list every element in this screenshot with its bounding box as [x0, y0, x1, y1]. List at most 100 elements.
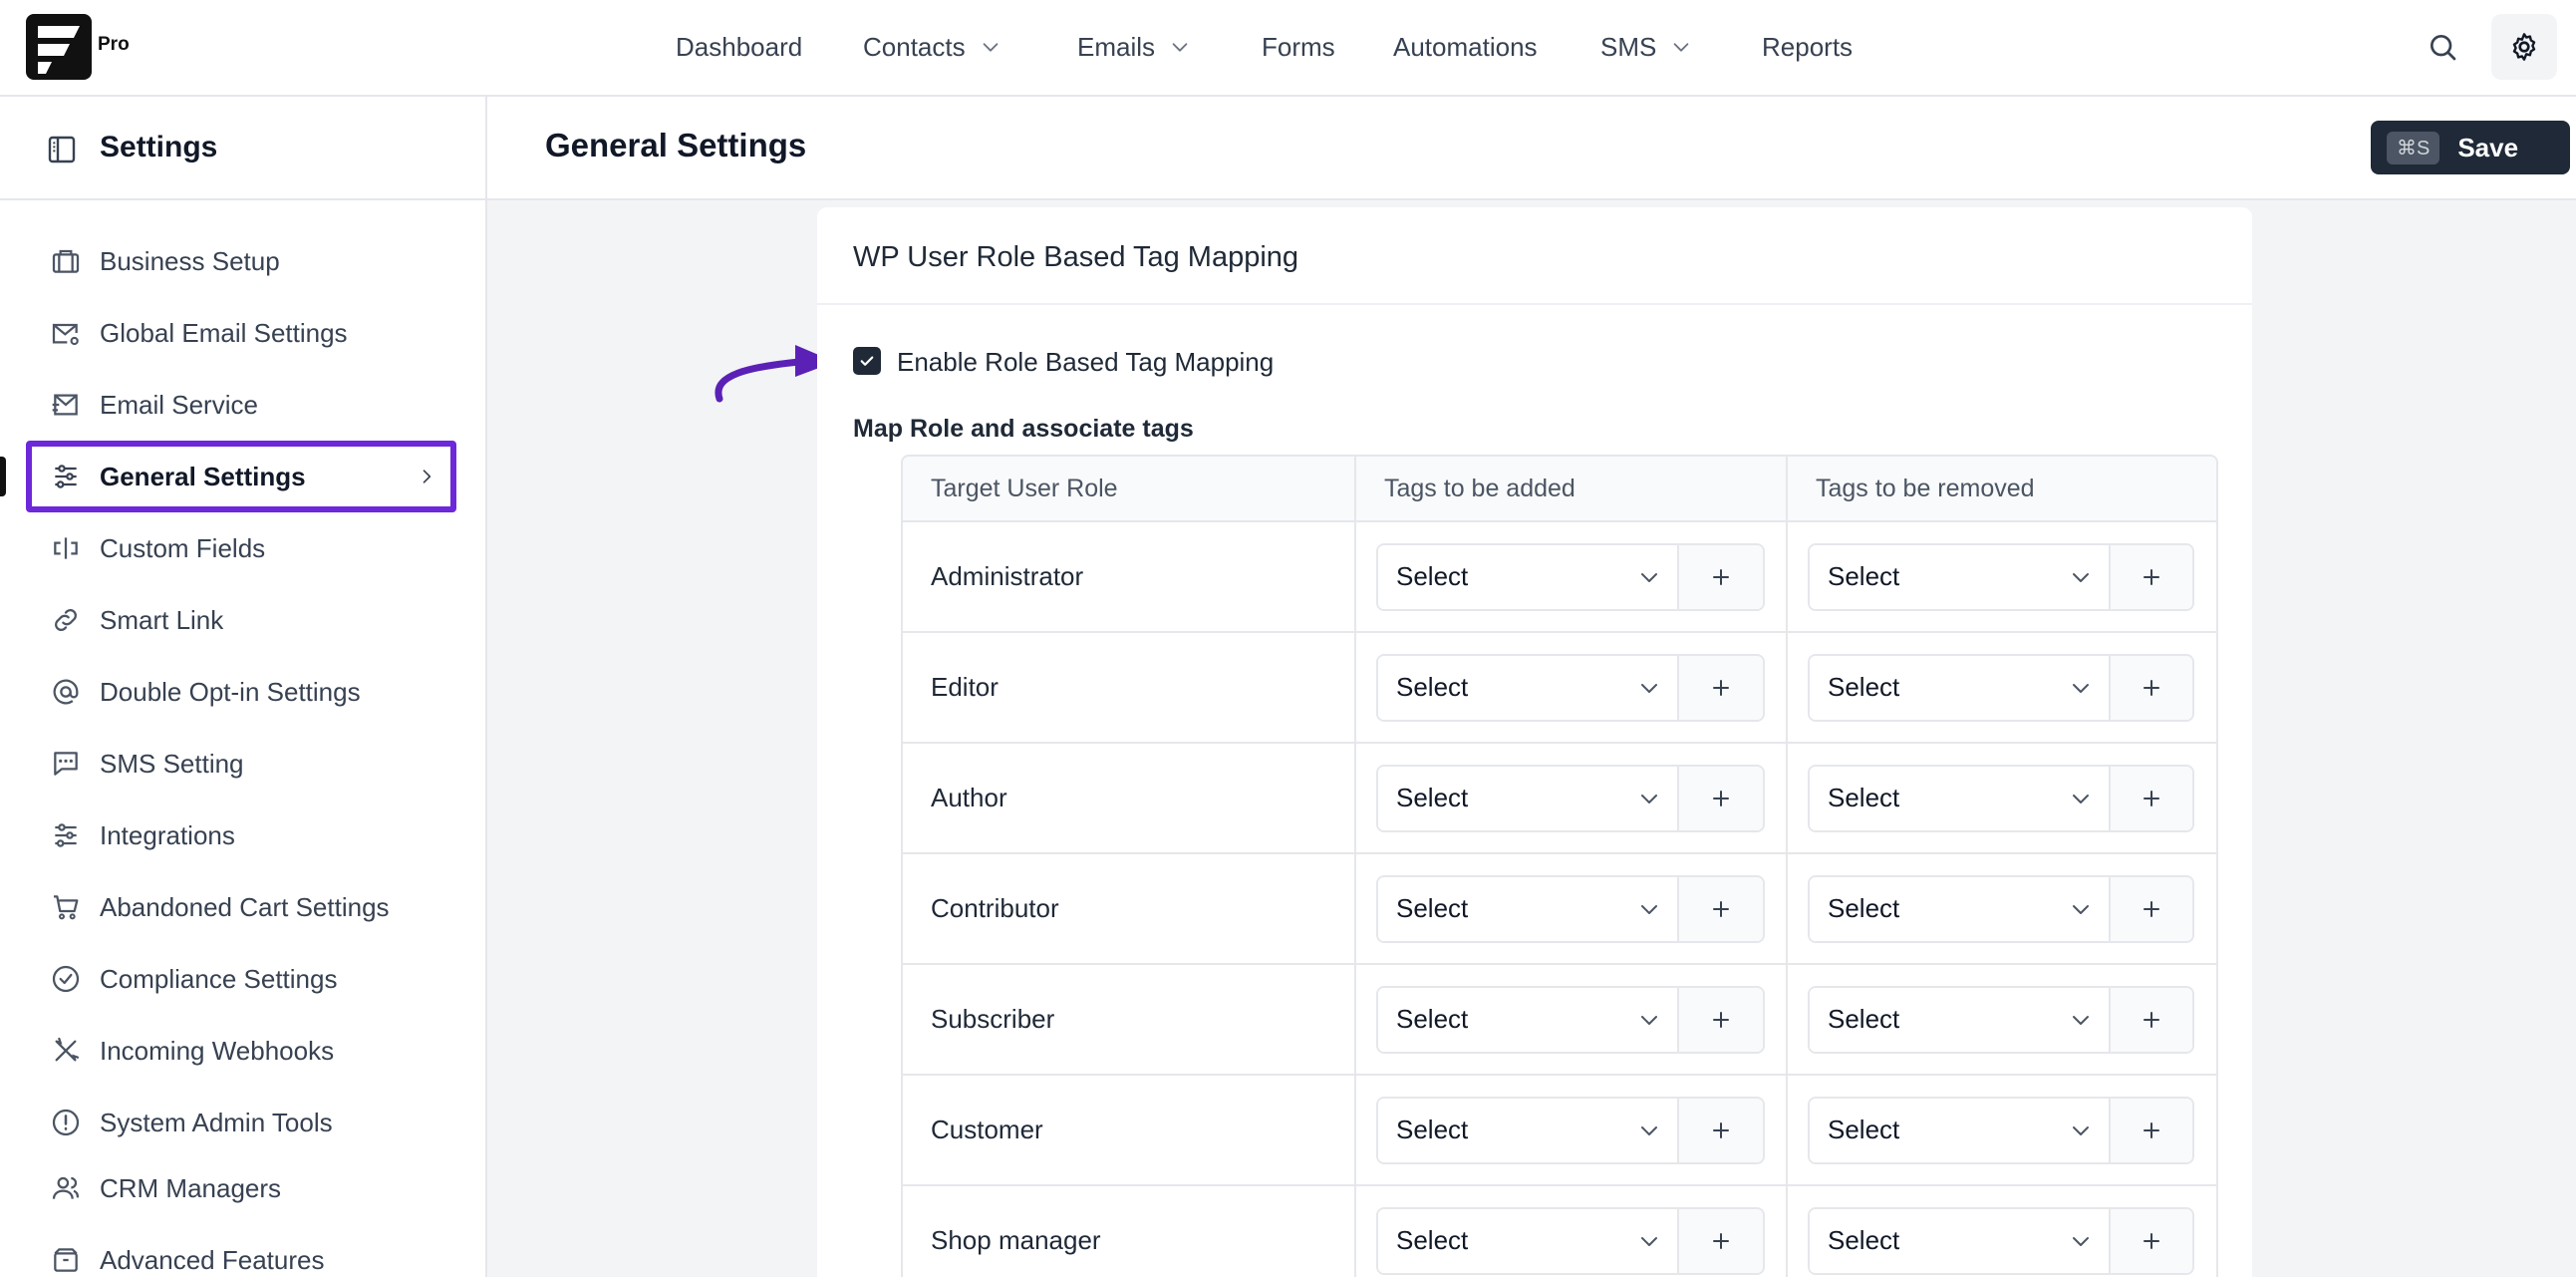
plus-icon	[2144, 900, 2159, 917]
tags-added-select[interactable]: Select	[1378, 1098, 1677, 1162]
tags-removed-control: Select	[1808, 1206, 2194, 1275]
tags-added-cell: Select	[1356, 965, 1788, 1074]
nav-label: Contacts	[863, 31, 966, 62]
chevron-down-icon	[1641, 904, 1657, 914]
tags-added-cell: Select	[1356, 854, 1788, 963]
tags-removed-select[interactable]: Select	[1810, 876, 2109, 941]
add-tag-button[interactable]	[1677, 1098, 1763, 1162]
table-row: Customer Select Select	[903, 1076, 2216, 1186]
sidebar-item-email-service[interactable]: Email Service	[26, 370, 456, 440]
nav-dashboard[interactable]: Dashboard	[676, 30, 802, 64]
settings-button[interactable]	[2491, 14, 2557, 80]
sidebar-item-custom-fields[interactable]: Custom Fields	[26, 513, 456, 583]
add-tag-button[interactable]	[2109, 655, 2192, 720]
tags-removed-select[interactable]: Select	[1810, 544, 2109, 609]
add-tag-button[interactable]	[1677, 987, 1763, 1052]
tags-added-control: Select	[1376, 653, 1765, 722]
tags-removed-select[interactable]: Select	[1810, 1098, 2109, 1162]
table-row: Shop manager Select Select	[903, 1186, 2216, 1277]
sidebar-item-integrations[interactable]: Integrations	[26, 800, 456, 870]
nav-contacts[interactable]: Contacts	[863, 30, 1002, 64]
chevron-down-icon	[1641, 794, 1657, 803]
add-tag-button[interactable]	[1677, 655, 1763, 720]
sidebar-item-system-admin-tools[interactable]: System Admin Tools	[26, 1088, 456, 1157]
chevron-down-icon	[1641, 1236, 1657, 1246]
plus-icon	[2144, 790, 2159, 806]
tags-added-select[interactable]: Select	[1378, 544, 1677, 609]
search-icon	[2431, 35, 2456, 61]
tags-added-select[interactable]: Select	[1378, 655, 1677, 720]
sidebar-item-abandoned-cart[interactable]: Abandoned Cart Settings	[26, 872, 456, 942]
add-tag-button[interactable]	[2109, 1098, 2192, 1162]
tags-removed-select[interactable]: Select	[1810, 1208, 2109, 1273]
sidebar-item-general-settings[interactable]: General Settings	[26, 441, 456, 512]
tags-added-select[interactable]: Select	[1378, 1208, 1677, 1273]
tags-removed-select[interactable]: Select	[1810, 987, 2109, 1052]
sidebar-item-sms-setting[interactable]: SMS Setting	[26, 729, 456, 798]
tags-added-select[interactable]: Select	[1378, 766, 1677, 830]
check-circle-icon	[52, 965, 80, 993]
add-tag-button[interactable]	[2109, 1208, 2192, 1273]
sidebar-toggle-icon[interactable]	[46, 134, 78, 165]
role-name: Contributor	[903, 854, 1356, 963]
save-shortcut: ⌘S	[2387, 131, 2440, 164]
sidebar-item-smart-link[interactable]: Smart Link	[26, 585, 456, 655]
role-name: Administrator	[903, 522, 1356, 631]
sidebar-item-double-opt-in[interactable]: Double Opt-in Settings	[26, 657, 456, 727]
tags-added-control: Select	[1376, 542, 1765, 611]
nav-forms[interactable]: Forms	[1262, 30, 1335, 64]
select-value: Select	[1828, 561, 1900, 591]
add-tag-button[interactable]	[2109, 876, 2192, 941]
tags-added-cell: Select	[1356, 744, 1788, 852]
nav-reports[interactable]: Reports	[1762, 30, 1853, 64]
tags-removed-control: Select	[1808, 874, 2194, 943]
sidebar-item-label: Custom Fields	[100, 532, 266, 563]
column-header-tags-removed: Tags to be removed	[1816, 474, 2035, 502]
sidebar-item-compliance[interactable]: Compliance Settings	[26, 944, 456, 1014]
sidebar-item-label: Email Service	[100, 389, 258, 420]
nav-label: SMS	[1600, 31, 1657, 62]
nav-emails[interactable]: Emails	[1077, 30, 1191, 64]
enable-role-mapping-label[interactable]: Enable Role Based Tag Mapping	[897, 347, 1274, 378]
add-tag-button[interactable]	[1677, 544, 1763, 609]
tags-added-control: Select	[1376, 985, 1765, 1054]
tags-removed-select[interactable]: Select	[1810, 766, 2109, 830]
role-label: Editor	[931, 672, 999, 702]
plus-icon	[2144, 679, 2159, 696]
brand-logo[interactable]	[26, 14, 92, 80]
nav-sms[interactable]: SMS	[1600, 30, 1692, 64]
sidebar-item-label: Business Setup	[100, 245, 280, 276]
nav-label: Reports	[1762, 31, 1854, 62]
sidebar-item-business-setup[interactable]: Business Setup	[26, 226, 456, 296]
nav-automations[interactable]: Automations	[1393, 30, 1538, 64]
chevron-down-icon	[2073, 794, 2089, 803]
sidebar-item-advanced-features[interactable]: Advanced Features	[26, 1225, 456, 1277]
sidebar-item-label: System Admin Tools	[100, 1107, 333, 1137]
role-label: Administrator	[931, 561, 1084, 591]
gear-icon	[2512, 33, 2536, 61]
sidebar-item-global-email-settings[interactable]: Global Email Settings	[26, 298, 456, 368]
add-tag-button[interactable]	[2109, 987, 2192, 1052]
role-name: Subscriber	[903, 965, 1356, 1074]
sidebar-item-label: Smart Link	[100, 604, 224, 635]
top-navigation: Pro Dashboard Contacts Emails Forms Auto…	[0, 0, 2576, 97]
save-button[interactable]: ⌘S Save	[2371, 121, 2570, 174]
add-tag-button[interactable]	[1677, 876, 1763, 941]
tags-removed-select[interactable]: Select	[1810, 655, 2109, 720]
select-value: Select	[1828, 1004, 1900, 1034]
add-tag-button[interactable]	[2109, 544, 2192, 609]
tags-added-select[interactable]: Select	[1378, 876, 1677, 941]
add-tag-button[interactable]	[2109, 766, 2192, 830]
chevron-down-icon	[2073, 904, 2089, 914]
select-value: Select	[1828, 672, 1900, 702]
tags-added-select[interactable]: Select	[1378, 987, 1677, 1052]
sidebar-item-crm-managers[interactable]: CRM Managers	[26, 1153, 456, 1223]
add-tag-button[interactable]	[1677, 1208, 1763, 1273]
role-label: Subscriber	[931, 1004, 1055, 1034]
search-button[interactable]	[2410, 14, 2475, 80]
sidebar-item-incoming-webhooks[interactable]: Incoming Webhooks	[26, 1016, 456, 1086]
sidebar-item-label: Global Email Settings	[100, 317, 348, 348]
card-header: WP User Role Based Tag Mapping	[817, 207, 2252, 305]
enable-role-mapping-checkbox[interactable]	[853, 347, 881, 375]
add-tag-button[interactable]	[1677, 766, 1763, 830]
